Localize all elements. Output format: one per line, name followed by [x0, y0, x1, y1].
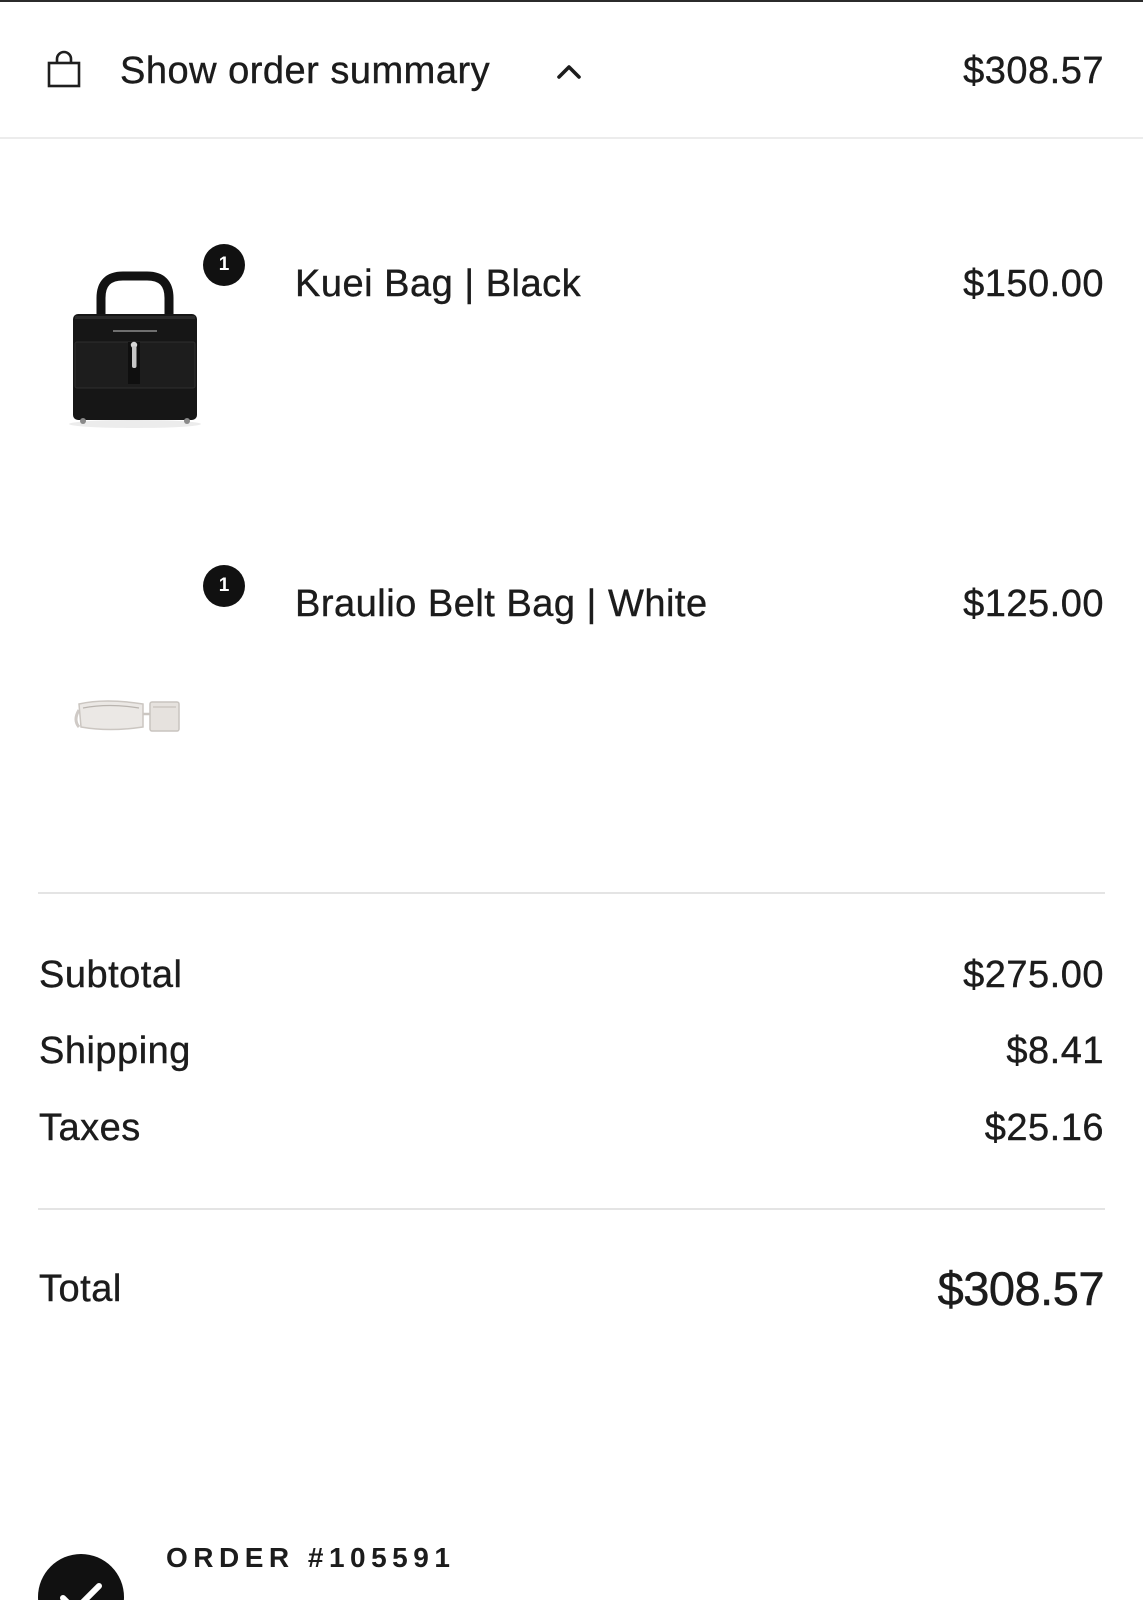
product-thumbnail-braulio-belt-bag — [74, 700, 180, 732]
product-name: Braulio Belt Bag | White — [295, 583, 708, 625]
divider — [38, 892, 1105, 894]
taxes-label: Taxes — [39, 1107, 141, 1149]
quantity-badge: 1 — [203, 565, 245, 607]
quantity-badge: 1 — [203, 244, 245, 286]
product-thumbnail-kuei-bag — [69, 271, 201, 428]
product-price: $125.00 — [963, 583, 1104, 625]
order-summary-toggle-label[interactable]: Show order summary — [120, 49, 490, 93]
taxes-value: $25.16 — [984, 1107, 1104, 1149]
shopping-bag-icon — [47, 50, 81, 88]
subtotal-label: Subtotal — [39, 954, 183, 996]
header-order-total: $308.57 — [963, 50, 1104, 92]
chevron-up-icon[interactable] — [555, 60, 583, 82]
line-item: 1 Braulio Belt Bag | White $125.00 — [0, 560, 1143, 760]
product-price: $150.00 — [963, 263, 1104, 305]
product-name: Kuei Bag | Black — [295, 263, 582, 305]
total-label: Total — [39, 1268, 122, 1310]
order-number: ORDER #105591 — [166, 1542, 456, 1573]
shipping-label: Shipping — [39, 1030, 191, 1072]
shipping-value: $8.41 — [1006, 1030, 1104, 1072]
subtotal-value: $275.00 — [963, 954, 1104, 996]
divider — [38, 1208, 1105, 1210]
total-value: $308.57 — [937, 1262, 1104, 1316]
line-item: 1 Kuei Bag | Black $150.00 — [0, 240, 1143, 440]
check-circle-icon — [38, 1554, 124, 1600]
order-summary-toggle[interactable]: Show order summary $308.57 — [0, 2, 1143, 139]
order-status-page: Show order summary $308.57 1 Kuei Bag | … — [0, 0, 1143, 1600]
